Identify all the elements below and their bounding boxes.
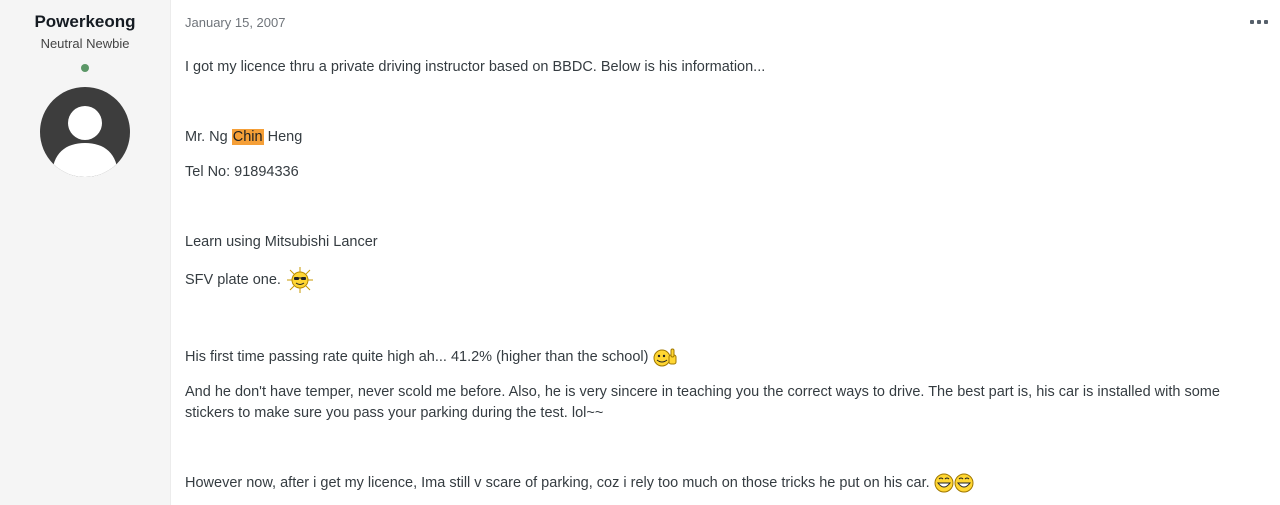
instructor-name: Mr. Ng Chin Heng [185, 127, 302, 148]
passing-rate: His first time passing rate quite high a… [185, 347, 678, 368]
car-info: Learn using Mitsubishi Lancer [185, 234, 378, 250]
online-status-icon [81, 64, 89, 72]
user-silhouette-icon [52, 106, 118, 177]
forum-post: Powerkeong Neutral Newbie January 15, 20… [0, 0, 1280, 505]
author-rank: Neutral Newbie [40, 36, 130, 51]
post-date[interactable]: January 15, 2007 [185, 15, 285, 30]
plate-info: SFV plate one. [185, 266, 315, 294]
post-text-line: I got my licence thru a private driving … [185, 59, 766, 75]
plate-text: SFV plate one. [185, 271, 281, 288]
passing-text: His first time passing rate quite high a… [185, 349, 649, 365]
author-name[interactable]: Powerkeong [34, 12, 135, 32]
cool-sun-emoticon [286, 267, 313, 293]
grin-emoticon [934, 473, 954, 493]
conclusion-text: However now, after i get my licence, Ima… [185, 475, 930, 491]
post-content: January 15, 2007 I got my licence thru a… [171, 0, 1280, 505]
avatar[interactable] [40, 87, 130, 177]
name-suffix: Heng [263, 129, 303, 145]
post-menu-button[interactable] [1250, 13, 1268, 31]
name-prefix: Mr. Ng [185, 129, 232, 145]
conclusion: However now, after i get my licence, Ima… [185, 473, 974, 494]
instructor-description: And he don't have temper, never scold me… [185, 384, 1220, 421]
thumbs-up-emoticon [653, 348, 677, 367]
author-panel: Powerkeong Neutral Newbie [0, 0, 171, 505]
instructor-tel: Tel No: 91894336 [185, 164, 299, 180]
search-highlight: Chin [231, 129, 264, 145]
grin-emoticon [954, 473, 974, 493]
ellipsis-icon [1250, 20, 1254, 24]
